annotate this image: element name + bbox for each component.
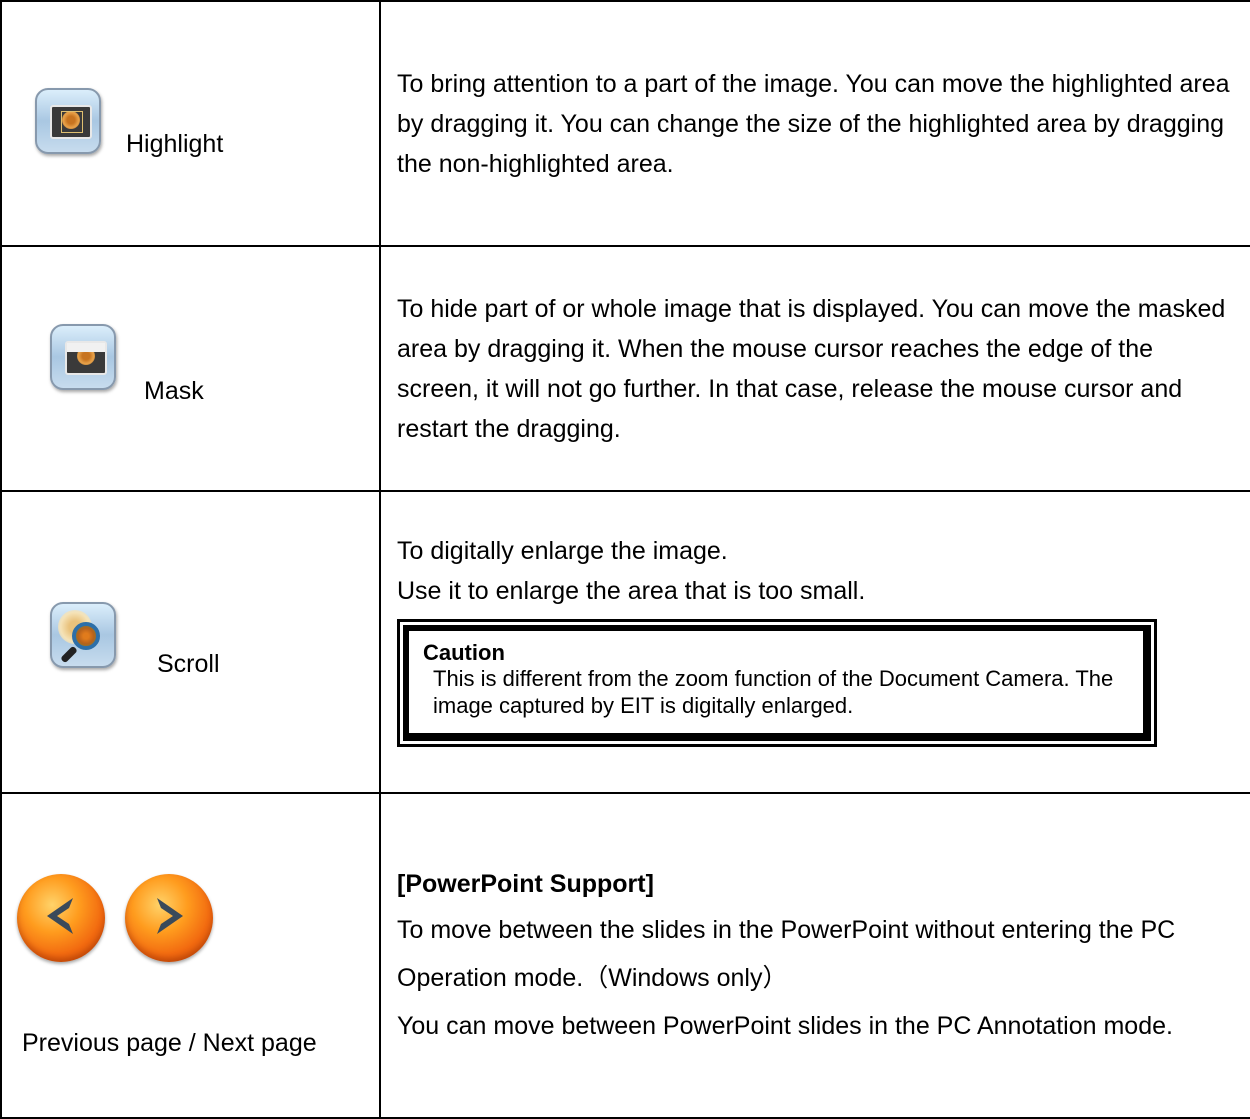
- table-row: Previous page / Next page [PowerPoint Su…: [0, 792, 1250, 1119]
- highlight-description: To bring attention to a part of the imag…: [397, 69, 1230, 178]
- icon-cell: Highlight: [0, 0, 381, 247]
- caution-body: This is different from the zoom function…: [433, 666, 1114, 718]
- mask-label: Mask: [144, 377, 204, 405]
- magnifier-icon[interactable]: [50, 602, 116, 668]
- next-page-icon[interactable]: [125, 874, 213, 962]
- scroll-label: Scroll: [157, 650, 220, 678]
- icon-cell: Scroll: [0, 490, 381, 794]
- powerpoint-description-line2: You can move between PowerPoint slides i…: [397, 1011, 1173, 1040]
- highlight-icon[interactable]: [35, 88, 101, 154]
- table-row: Scroll To digitally enlarge the image. U…: [0, 490, 1250, 794]
- icon-cell: Mask: [0, 245, 381, 492]
- description-cell: To bring attention to a part of the imag…: [379, 0, 1250, 247]
- caution-title: Caution: [423, 640, 505, 665]
- scroll-description-line1: To digitally enlarge the image.: [397, 537, 728, 565]
- powerpoint-description-line1: To move between the slides in the PowerP…: [397, 915, 1176, 992]
- previous-page-icon[interactable]: [17, 874, 105, 962]
- description-cell: [PowerPoint Support] To move between the…: [379, 792, 1250, 1119]
- caution-box: Caution This is different from the zoom …: [397, 619, 1157, 747]
- function-table: Highlight To bring attention to a part o…: [0, 0, 1250, 1119]
- powerpoint-support-heading: [PowerPoint Support]: [397, 869, 654, 898]
- prev-next-label: Previous page / Next page: [22, 1029, 317, 1057]
- table-row: Mask To hide part of or whole image that…: [0, 245, 1250, 492]
- highlight-label: Highlight: [126, 130, 224, 158]
- description-cell: To hide part of or whole image that is d…: [379, 245, 1250, 492]
- scroll-description-line2: Use it to enlarge the area that is too s…: [397, 577, 866, 605]
- mask-description: To hide part of or whole image that is d…: [397, 294, 1226, 443]
- table-row: Highlight To bring attention to a part o…: [0, 0, 1250, 247]
- icon-cell: Previous page / Next page: [0, 792, 381, 1119]
- description-cell: To digitally enlarge the image. Use it t…: [379, 490, 1250, 794]
- mask-icon[interactable]: [50, 324, 116, 390]
